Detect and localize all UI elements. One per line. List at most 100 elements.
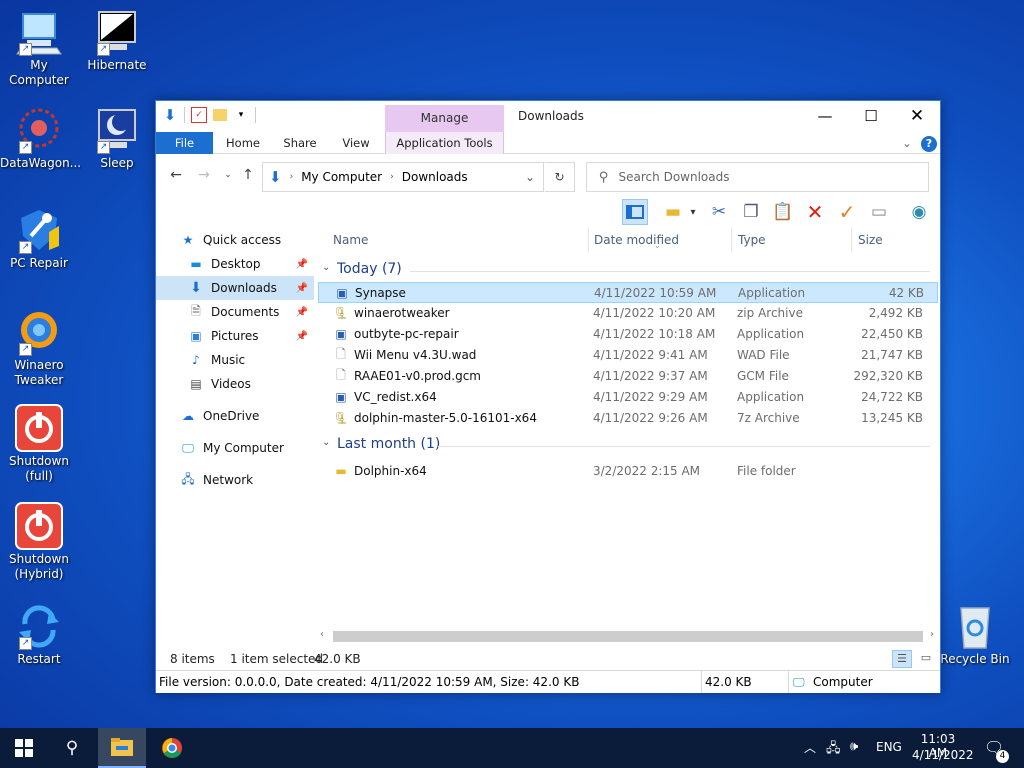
- nav-videos[interactable]: ▤ Videos: [156, 372, 314, 396]
- column-divider[interactable]: [588, 228, 589, 252]
- show-hidden-icons[interactable]: ︿: [804, 739, 816, 756]
- start-button[interactable]: [0, 728, 48, 768]
- maximize-button[interactable]: ☐: [848, 101, 894, 131]
- preview-pane-icon[interactable]: [622, 199, 648, 225]
- new-folder-dropdown-icon[interactable]: ▾: [686, 199, 700, 225]
- properties-icon[interactable]: ✓: [191, 107, 207, 123]
- desktop-icon-datawagon[interactable]: ↗ DataWagon...: [0, 106, 81, 171]
- nav-documents[interactable]: 🗎 Documents 📌: [156, 300, 314, 324]
- download-arrow-icon[interactable]: ⬇: [162, 106, 178, 124]
- cut-icon[interactable]: ✂: [706, 199, 732, 225]
- nav-my-computer[interactable]: 🖵 My Computer: [156, 436, 314, 460]
- column-size[interactable]: Size: [858, 233, 883, 247]
- breadcrumb-separator: ›: [390, 172, 394, 182]
- clock-date[interactable]: 4/11/2022: [912, 748, 974, 762]
- close-button[interactable]: ✕: [894, 101, 940, 131]
- column-date[interactable]: Date modified: [594, 233, 679, 247]
- scroll-right-icon[interactable]: ›: [930, 629, 934, 640]
- volume-icon[interactable]: 🕪: [850, 739, 858, 754]
- file-date: 4/11/2022 10:18 AM: [593, 327, 716, 341]
- pin-icon[interactable]: 📌: [296, 283, 308, 294]
- customize-qat-icon[interactable]: ▾: [233, 107, 249, 123]
- nav-quick-access[interactable]: ★ Quick access: [156, 228, 314, 252]
- collapse-icon[interactable]: ⌄: [322, 262, 330, 273]
- paste-icon[interactable]: 📋: [770, 199, 796, 225]
- desktop-icon-pc-repair[interactable]: ↗ PC Repair: [0, 206, 78, 271]
- file-row[interactable]: 🗋 Wii Menu v4.3U.wad 4/11/2022 9:41 AM WAD …: [318, 345, 938, 366]
- desktop-icon-label: Winaero Tweaker: [14, 358, 64, 387]
- copy-icon[interactable]: ❐: [738, 199, 764, 225]
- tab-view[interactable]: View: [332, 132, 380, 154]
- desktop-icon-recycle-bin[interactable]: Recycle Bin: [936, 602, 1014, 667]
- column-divider[interactable]: [731, 228, 732, 252]
- manage-context-tab[interactable]: Manage: [385, 105, 504, 132]
- chrome-taskbar-button[interactable]: [148, 728, 196, 768]
- file-row[interactable]: 🗋 RAAE01-v0.prod.gcm 4/11/2022 9:37 AM GCM …: [318, 366, 938, 387]
- tab-file[interactable]: File: [156, 132, 213, 154]
- group-header-today[interactable]: ⌄ Today (7): [318, 260, 938, 282]
- file-row[interactable]: ▬ Dolphin-x64 3/2/2022 2:15 AM File folder: [318, 461, 938, 482]
- new-folder-icon[interactable]: [213, 109, 227, 121]
- pin-icon[interactable]: 📌: [296, 331, 308, 342]
- desktop-icon-restart[interactable]: ↗ Restart: [0, 602, 78, 667]
- language-indicator[interactable]: ENG: [876, 740, 902, 754]
- desktop-icon-hibernate[interactable]: ↗ Hibernate: [78, 8, 156, 73]
- tab-home[interactable]: Home: [218, 132, 268, 154]
- delete-icon[interactable]: ✕: [802, 199, 828, 225]
- desktop-icon-label: Shutdown (full): [9, 454, 69, 483]
- file-date: 3/2/2022 2:15 AM: [593, 464, 701, 478]
- file-row[interactable]: 🗜 winaerotweaker 4/11/2022 10:20 AM zip Arc…: [318, 303, 938, 324]
- tab-share[interactable]: Share: [274, 132, 326, 154]
- desktop-icon-sleep[interactable]: ↗ Sleep: [78, 106, 156, 171]
- file-row[interactable]: ▣ Synapse 4/11/2022 10:59 AM Application 42 …: [318, 282, 938, 303]
- large-icons-view-icon[interactable]: ▭: [916, 650, 936, 668]
- nav-network[interactable]: 🖧 Network: [156, 468, 314, 492]
- recent-locations-button[interactable]: ⌄: [218, 170, 238, 180]
- nav-downloads[interactable]: ⬇ Downloads 📌: [156, 276, 314, 300]
- forward-button[interactable]: →: [194, 167, 214, 183]
- file-explorer-taskbar-button[interactable]: [98, 728, 146, 768]
- details-view-icon[interactable]: ☰: [892, 650, 912, 668]
- column-name[interactable]: Name: [333, 233, 368, 247]
- divider: [255, 107, 256, 123]
- desktop-icon-my-computer[interactable]: ↗ My Computer: [0, 8, 78, 88]
- properties-icon[interactable]: ▭: [866, 199, 892, 225]
- desktop-icon-shutdown-full[interactable]: Shutdown (full): [0, 404, 78, 484]
- breadcrumb-root[interactable]: My Computer: [301, 170, 382, 184]
- desktop-icon-shutdown-hybrid[interactable]: Shutdown (Hybrid): [0, 502, 78, 582]
- group-header-last-month[interactable]: ⌄ Last month (1): [318, 435, 938, 457]
- up-button[interactable]: ↑: [238, 167, 258, 183]
- scrollbar-thumb[interactable]: [333, 631, 923, 642]
- nav-pictures[interactable]: ▣ Pictures 📌: [156, 324, 314, 348]
- nav-onedrive[interactable]: ☁ OneDrive: [156, 404, 314, 428]
- shell-icon[interactable]: ◉: [906, 199, 932, 225]
- desktop-icon-winaero[interactable]: ↗ Winaero Tweaker: [0, 308, 78, 388]
- rename-check-icon[interactable]: ✓: [834, 199, 860, 225]
- column-type[interactable]: Type: [738, 233, 766, 247]
- tab-application-tools[interactable]: Application Tools: [385, 132, 504, 154]
- collapse-icon[interactable]: ⌄: [322, 437, 330, 448]
- back-button[interactable]: ←: [166, 167, 186, 183]
- column-divider[interactable]: [851, 228, 852, 252]
- refresh-button[interactable]: ↻: [545, 162, 575, 192]
- network-status-icon[interactable]: 🖧: [826, 739, 841, 761]
- help-icon[interactable]: ?: [920, 132, 938, 154]
- nav-desktop[interactable]: ▬ Desktop 📌: [156, 252, 314, 276]
- search-input[interactable]: ⚲ Search Downloads: [586, 162, 929, 192]
- breadcrumb-current[interactable]: Downloads: [402, 170, 468, 184]
- minimize-button[interactable]: —: [802, 101, 848, 131]
- file-row[interactable]: ▣ outbyte-pc-repair 4/11/2022 10:18 AM Appl…: [318, 324, 938, 345]
- search-icon[interactable]: ⚲: [48, 728, 96, 768]
- scroll-left-icon[interactable]: ‹: [320, 629, 324, 640]
- group-divider: [438, 446, 930, 447]
- address-bar[interactable]: ⬇ › My Computer › Downloads ⌄: [262, 162, 544, 192]
- pin-icon[interactable]: 📌: [296, 259, 308, 270]
- nav-music[interactable]: ♪ Music: [156, 348, 314, 372]
- new-folder-icon[interactable]: ▬: [660, 199, 686, 225]
- file-row[interactable]: ▣ VC_redist.x64 4/11/2022 9:29 AM Applicati…: [318, 387, 938, 408]
- pin-icon[interactable]: 📌: [296, 307, 308, 318]
- address-dropdown-icon[interactable]: ⌄: [525, 170, 535, 184]
- expand-ribbon-icon[interactable]: ⌄: [898, 132, 916, 154]
- file-row[interactable]: 🗜 dolphin-master-5.0-16101-x64 4/11/2022 9…: [318, 408, 938, 429]
- horizontal-scrollbar[interactable]: ‹ ›: [318, 628, 938, 645]
